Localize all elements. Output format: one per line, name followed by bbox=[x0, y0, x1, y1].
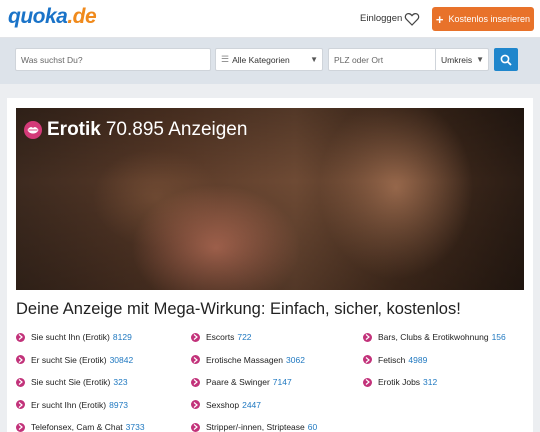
chevron-right-icon bbox=[16, 377, 25, 387]
subcategory-label: Sie sucht Sie (Erotik) bbox=[31, 377, 111, 387]
category-select[interactable]: ☰ Alle Kategorien ▼ bbox=[215, 48, 323, 71]
chevron-down-icon: ▼ bbox=[310, 55, 318, 64]
subcategory-link[interactable]: Escorts 722 bbox=[191, 332, 252, 342]
chevron-right-icon bbox=[363, 332, 372, 342]
chevron-right-icon bbox=[16, 355, 25, 364]
subcategory-label: Fetisch bbox=[378, 354, 406, 365]
category-card: Erotik 70.895 Anzeigen Deine Anzeige mit… bbox=[7, 98, 533, 432]
chevron-down-icon: ▼ bbox=[476, 55, 484, 64]
subcategory-link[interactable]: Er sucht Ihn (Erotik) 8973 bbox=[16, 400, 128, 410]
subcategory-link[interactable]: Sie sucht Ihn (Erotik) 8129 bbox=[16, 332, 132, 342]
hero-title: Erotik 70.895 Anzeigen bbox=[24, 119, 247, 141]
chevron-right-icon bbox=[16, 422, 25, 432]
chevron-right-icon bbox=[16, 332, 25, 342]
subcategory-link[interactable]: Er sucht Sie (Erotik) 30842 bbox=[16, 355, 133, 365]
subcategory-count: 8129 bbox=[112, 332, 132, 342]
search-button[interactable] bbox=[494, 48, 518, 71]
subcategory-count: 7147 bbox=[272, 377, 292, 387]
subcategory-label: Er sucht Sie (Erotik) bbox=[31, 354, 107, 365]
radius-select[interactable]: Umkreis ▼ bbox=[435, 48, 489, 71]
subcategory-count: 156 bbox=[491, 332, 506, 342]
subcategory-count: 8973 bbox=[109, 399, 129, 410]
chevron-right-icon bbox=[191, 400, 200, 409]
list-icon: ☰ bbox=[221, 54, 230, 64]
chevron-right-icon bbox=[363, 355, 372, 364]
subcategory-count: 3062 bbox=[286, 354, 305, 365]
page-headline: Deine Anzeige mit Mega-Wirkung: Einfach,… bbox=[16, 300, 461, 318]
subcategory-count: 312 bbox=[423, 377, 438, 387]
subcategory-count: 60 bbox=[307, 422, 318, 432]
subcategory-link[interactable]: Erotik Jobs 312 bbox=[363, 377, 437, 387]
subcategory-label: Erotische Massagen bbox=[206, 354, 284, 365]
favorites-heart-icon[interactable] bbox=[404, 11, 420, 27]
subcategory-count: 2447 bbox=[242, 399, 262, 410]
top-header: quoka.de Einloggen + Kostenlos inseriere… bbox=[0, 0, 540, 38]
subcategory-link[interactable]: Erotische Massagen 3062 bbox=[191, 355, 305, 365]
quoka-logo[interactable]: quoka.de bbox=[8, 6, 97, 28]
hero-image: Erotik 70.895 Anzeigen bbox=[16, 108, 524, 290]
search-icon bbox=[500, 54, 512, 66]
subcategory-link[interactable]: Telefonsex, Cam & Chat 3733 bbox=[16, 422, 145, 432]
subcategory-label: Sie sucht Ihn (Erotik) bbox=[31, 332, 110, 342]
subcategory-label: Paare & Swinger bbox=[206, 377, 270, 387]
subcategory-count: 4989 bbox=[408, 354, 428, 365]
subcategory-count: 30842 bbox=[109, 354, 134, 365]
subcategory-count: 722 bbox=[237, 332, 252, 342]
chevron-right-icon bbox=[191, 332, 200, 342]
post-ad-button[interactable]: + Kostenlos inserieren bbox=[432, 7, 534, 31]
subcategory-link[interactable]: Stripper/-innen, Striptease 60 bbox=[191, 422, 317, 432]
chevron-right-icon bbox=[191, 377, 200, 387]
plus-icon: + bbox=[435, 11, 444, 27]
subcategory-label: Erotik Jobs bbox=[378, 377, 421, 387]
search-input[interactable]: Was suchst Du? bbox=[15, 48, 211, 71]
chevron-right-icon bbox=[363, 377, 372, 387]
chevron-right-icon bbox=[16, 400, 25, 409]
subcategory-link[interactable]: Fetisch 4989 bbox=[363, 355, 427, 365]
hero-count: 70.895 Anzeigen bbox=[105, 119, 248, 140]
hero-category: Erotik bbox=[47, 119, 101, 140]
subcategory-link[interactable]: Sie sucht Sie (Erotik) 323 bbox=[16, 377, 128, 387]
subcategory-link[interactable]: Bars, Clubs & Erotikwohnung 156 bbox=[363, 332, 506, 342]
subcategory-link[interactable]: Paare & Swinger 7147 bbox=[191, 377, 292, 387]
subcategory-label: Telefonsex, Cam & Chat bbox=[31, 422, 123, 432]
chevron-right-icon bbox=[191, 355, 200, 364]
subcategory-count: 323 bbox=[113, 377, 128, 387]
subcategory-link[interactable]: Sexshop 2447 bbox=[191, 400, 261, 410]
lips-icon bbox=[24, 121, 42, 139]
subcategory-label: Er sucht Ihn (Erotik) bbox=[31, 399, 107, 410]
subcategory-count: 3733 bbox=[125, 422, 145, 432]
subcategory-label: Sexshop bbox=[206, 399, 240, 410]
chevron-right-icon bbox=[191, 422, 200, 432]
subcategory-label: Stripper/-innen, Striptease bbox=[206, 422, 305, 432]
search-bar: Was suchst Du? ☰ Alle Kategorien ▼ PLZ o… bbox=[0, 38, 540, 84]
login-link[interactable]: Einloggen bbox=[360, 13, 402, 24]
location-input[interactable]: PLZ oder Ort bbox=[328, 48, 436, 71]
subcategory-label: Bars, Clubs & Erotikwohnung bbox=[378, 332, 489, 342]
subcategory-label: Escorts bbox=[206, 332, 235, 342]
